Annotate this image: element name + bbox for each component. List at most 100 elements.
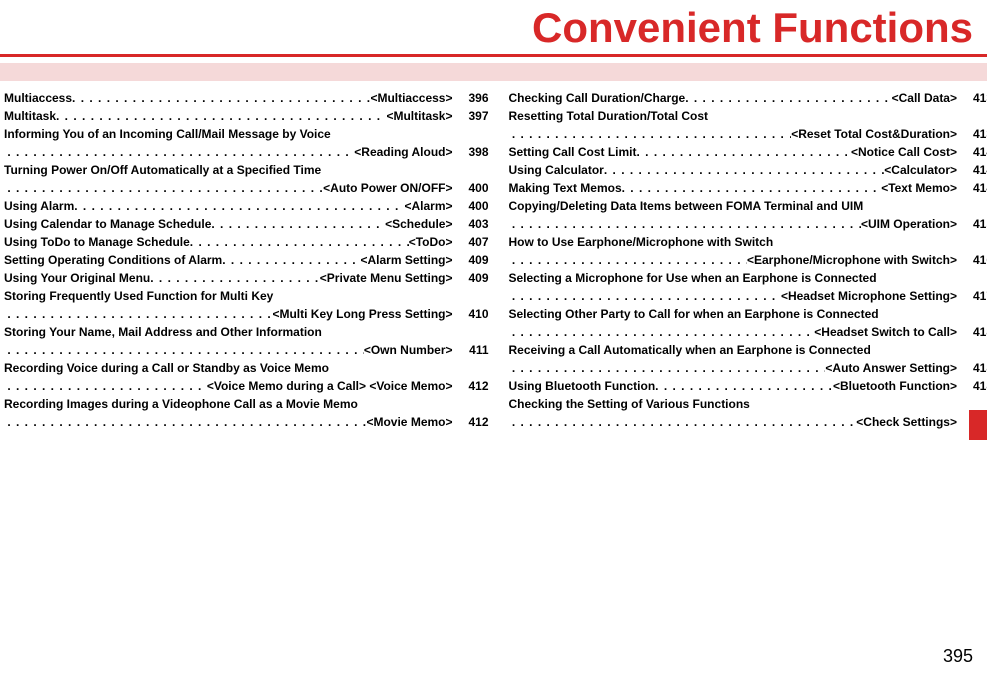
toc-entry: . . . . . . . . . . . . . . . . . . . . …	[4, 341, 489, 359]
toc-entry-page: 418	[957, 323, 987, 341]
toc-entry-ref: <Text Memo>	[881, 179, 957, 197]
toc-entry-title: Setting Operating Conditions of Alarm	[4, 251, 222, 269]
toc-entry-ref: <Auto Answer Setting>	[825, 359, 957, 377]
toc-entry-ref: <Schedule>	[385, 215, 452, 233]
toc-entry-title: Multiaccess	[4, 89, 72, 107]
toc-entry: Recording Voice during a Call or Standby…	[4, 359, 489, 377]
toc-entry-title: Recording Voice during a Call or Standby…	[4, 359, 329, 377]
toc-entry-ref: <Reading Aloud>	[354, 143, 452, 161]
toc-dots: . . . . . . . . . . . . . . . . . . . . …	[211, 215, 385, 233]
toc-entry-title: Copying/Deleting Data Items between FOMA…	[509, 197, 864, 215]
toc-entry: Selecting a Microphone for Use when an E…	[509, 269, 987, 287]
toc-entry-page: 400	[453, 179, 489, 197]
toc-entry-title: Checking Call Duration/Charge	[509, 89, 686, 107]
toc-entry-page: 407	[453, 233, 489, 251]
toc-content: Multiaccess . . . . . . . . . . . . . . .…	[0, 81, 987, 431]
toc-entry-ref: <Multi Key Long Press Setting>	[272, 305, 452, 323]
toc-dots: . . . . . . . . . . . . . . . . . . . . …	[7, 377, 207, 395]
toc-dots: . . . . . . . . . . . . . . . . . . . . …	[7, 143, 354, 161]
page-number: 395	[943, 646, 973, 667]
toc-entry: Selecting Other Party to Call for when a…	[509, 305, 987, 323]
toc-entry-title: Turning Power On/Off Automatically at a …	[4, 161, 321, 179]
toc-entry: . . . . . . . . . . . . . . . . . . . . …	[509, 359, 987, 377]
toc-entry-ref: <Auto Power ON/OFF>	[323, 179, 452, 197]
toc-dots: . . . . . . . . . . . . . . . . . . . . …	[7, 413, 366, 431]
toc-entry-page: 418	[957, 359, 987, 377]
toc-entry-title: Checking the Setting of Various Function…	[509, 395, 750, 413]
toc-entry-page: 397	[453, 107, 489, 125]
toc-entry-title: Multitask	[4, 107, 56, 125]
toc-dots: . . . . . . . . . . . . . . . . . . . . …	[685, 89, 891, 107]
toc-entry: Setting Operating Conditions of Alarm. .…	[4, 251, 489, 269]
toc-entry: Informing You of an Incoming Call/Mail M…	[4, 125, 489, 143]
toc-entry: . . . . . . . . . . . . . . . . . . . . …	[4, 179, 489, 197]
toc-dots: . . . . . . . . . . . . . . . . . . . . …	[622, 179, 882, 197]
toc-entry: . . . . . . . . . . . . . . . . . . . . …	[509, 287, 987, 305]
toc-entry: . . . . . . . . . . . . . . . . . . . . …	[4, 413, 489, 431]
toc-entry-title: Storing Frequently Used Function for Mul…	[4, 287, 273, 305]
toc-entry: . . . . . . . . . . . . . . . . . . . . …	[4, 377, 489, 395]
toc-entry: How to Use Earphone/Microphone with Swit…	[509, 233, 987, 251]
toc-entry-page: 416	[957, 251, 987, 269]
toc-entry: Using Your Original Menu. . . . . . . . …	[4, 269, 489, 287]
toc-entry-title: Using Calendar to Manage Schedule	[4, 215, 211, 233]
toc-entry-title: Using Calculator	[509, 161, 604, 179]
toc-entry: Copying/Deleting Data Items between FOMA…	[509, 197, 987, 215]
toc-entry: Resetting Total Duration/Total Cost. . .…	[509, 107, 987, 125]
toc-entry: Checking Call Duration/Charge. . . . . .…	[509, 89, 987, 107]
toc-entry: . . . . . . . . . . . . . . . . . . . . …	[509, 125, 987, 143]
toc-entry-ref: <Alarm Setting>	[360, 251, 452, 269]
toc-entry-ref: <Bluetooth Function>	[833, 377, 957, 395]
toc-entry-title: Using Bluetooth Function	[509, 377, 656, 395]
toc-entry-ref: <Reset Total Cost&Duration>	[791, 125, 957, 143]
toc-dots: . . . . . . . . . . . . . . . . . . . . …	[604, 161, 884, 179]
toc-left-column: Multiaccess . . . . . . . . . . . . . . .…	[4, 89, 489, 431]
toc-entry-page: 414	[957, 161, 987, 179]
toc-entry-title: Using ToDo to Manage Schedule	[4, 233, 190, 251]
toc-entry-ref: <Notice Call Cost>	[851, 143, 957, 161]
toc-entry: Using ToDo to Manage Schedule. . . . . .…	[4, 233, 489, 251]
toc-entry: Using Calendar to Manage Schedule. . . .…	[4, 215, 489, 233]
toc-entry-page: 396	[453, 89, 489, 107]
toc-entry-ref: <UIM Operation>	[861, 215, 957, 233]
toc-entry: . . . . . . . . . . . . . . . . . . . . …	[4, 143, 489, 161]
toc-entry-page: 413	[957, 89, 987, 107]
toc-entry-title: Resetting Total Duration/Total Cost	[509, 107, 709, 125]
toc-dots: . . . . . . . . . . . . . . . . . . . . …	[512, 287, 781, 305]
toc-entry-title: Setting Call Cost Limit	[509, 143, 637, 161]
toc-entry: Using Calculator. . . . . . . . . . . . …	[509, 161, 987, 179]
toc-entry-ref: <Check Settings>	[856, 413, 957, 431]
toc-entry-page: 412	[453, 377, 489, 395]
toc-entry-ref: <Private Menu Setting>	[320, 269, 453, 287]
toc-entry-page: 410	[453, 305, 489, 323]
toc-dots: . . . . . . . . . . . . . . . . . . . . …	[512, 413, 856, 431]
toc-entry-page: 413	[957, 125, 987, 143]
toc-entry-ref: <Movie Memo>	[366, 413, 452, 431]
toc-entry: Storing Your Name, Mail Address and Othe…	[4, 323, 489, 341]
toc-entry-ref: <Earphone/Microphone with Switch>	[747, 251, 957, 269]
toc-entry-title: Selecting a Microphone for Use when an E…	[509, 269, 877, 287]
toc-dots: . . . . . . . . . . . . . . . . . . . . …	[7, 341, 363, 359]
toc-entry-page: 417	[957, 287, 987, 305]
toc-entry: Turning Power On/Off Automatically at a …	[4, 161, 489, 179]
toc-entry-page: 414	[957, 143, 987, 161]
toc-dots: . . . . . . . . . . . . . . . . . . . . …	[637, 143, 851, 161]
toc-entry-page: 409	[453, 251, 489, 269]
toc-entry-title: Receiving a Call Automatically when an E…	[509, 341, 871, 359]
toc-entry-ref: <Call Data>	[892, 89, 957, 107]
toc-entry-title: Recording Images during a Videophone Cal…	[4, 395, 358, 413]
section-tab	[969, 410, 987, 440]
toc-entry-title: How to Use Earphone/Microphone with Swit…	[509, 233, 774, 251]
toc-dots: . . . . . . . . . . . . . . . . . . . . …	[222, 251, 360, 269]
toc-entry-title: Using Your Original Menu	[4, 269, 150, 287]
toc-entry: Making Text Memos. . . . . . . . . . . .…	[509, 179, 987, 197]
toc-entry: . . . . . . . . . . . . . . . . . . . . …	[509, 323, 987, 341]
toc-entry-ref: <Own Number>	[364, 341, 453, 359]
toc-entry: Checking the Setting of Various Function…	[509, 395, 987, 413]
toc-entry: Multiaccess. . . . . . . . . . . . . . .…	[4, 89, 489, 107]
toc-dots: . . . . . . . . . . . . . . . . . . . . …	[512, 359, 826, 377]
title-rule	[0, 54, 987, 57]
toc-entry-page: 411	[453, 341, 489, 359]
toc-entry-page: 403	[453, 215, 489, 233]
toc-dots: . . . . . . . . . . . . . . . . . . . . …	[190, 233, 409, 251]
